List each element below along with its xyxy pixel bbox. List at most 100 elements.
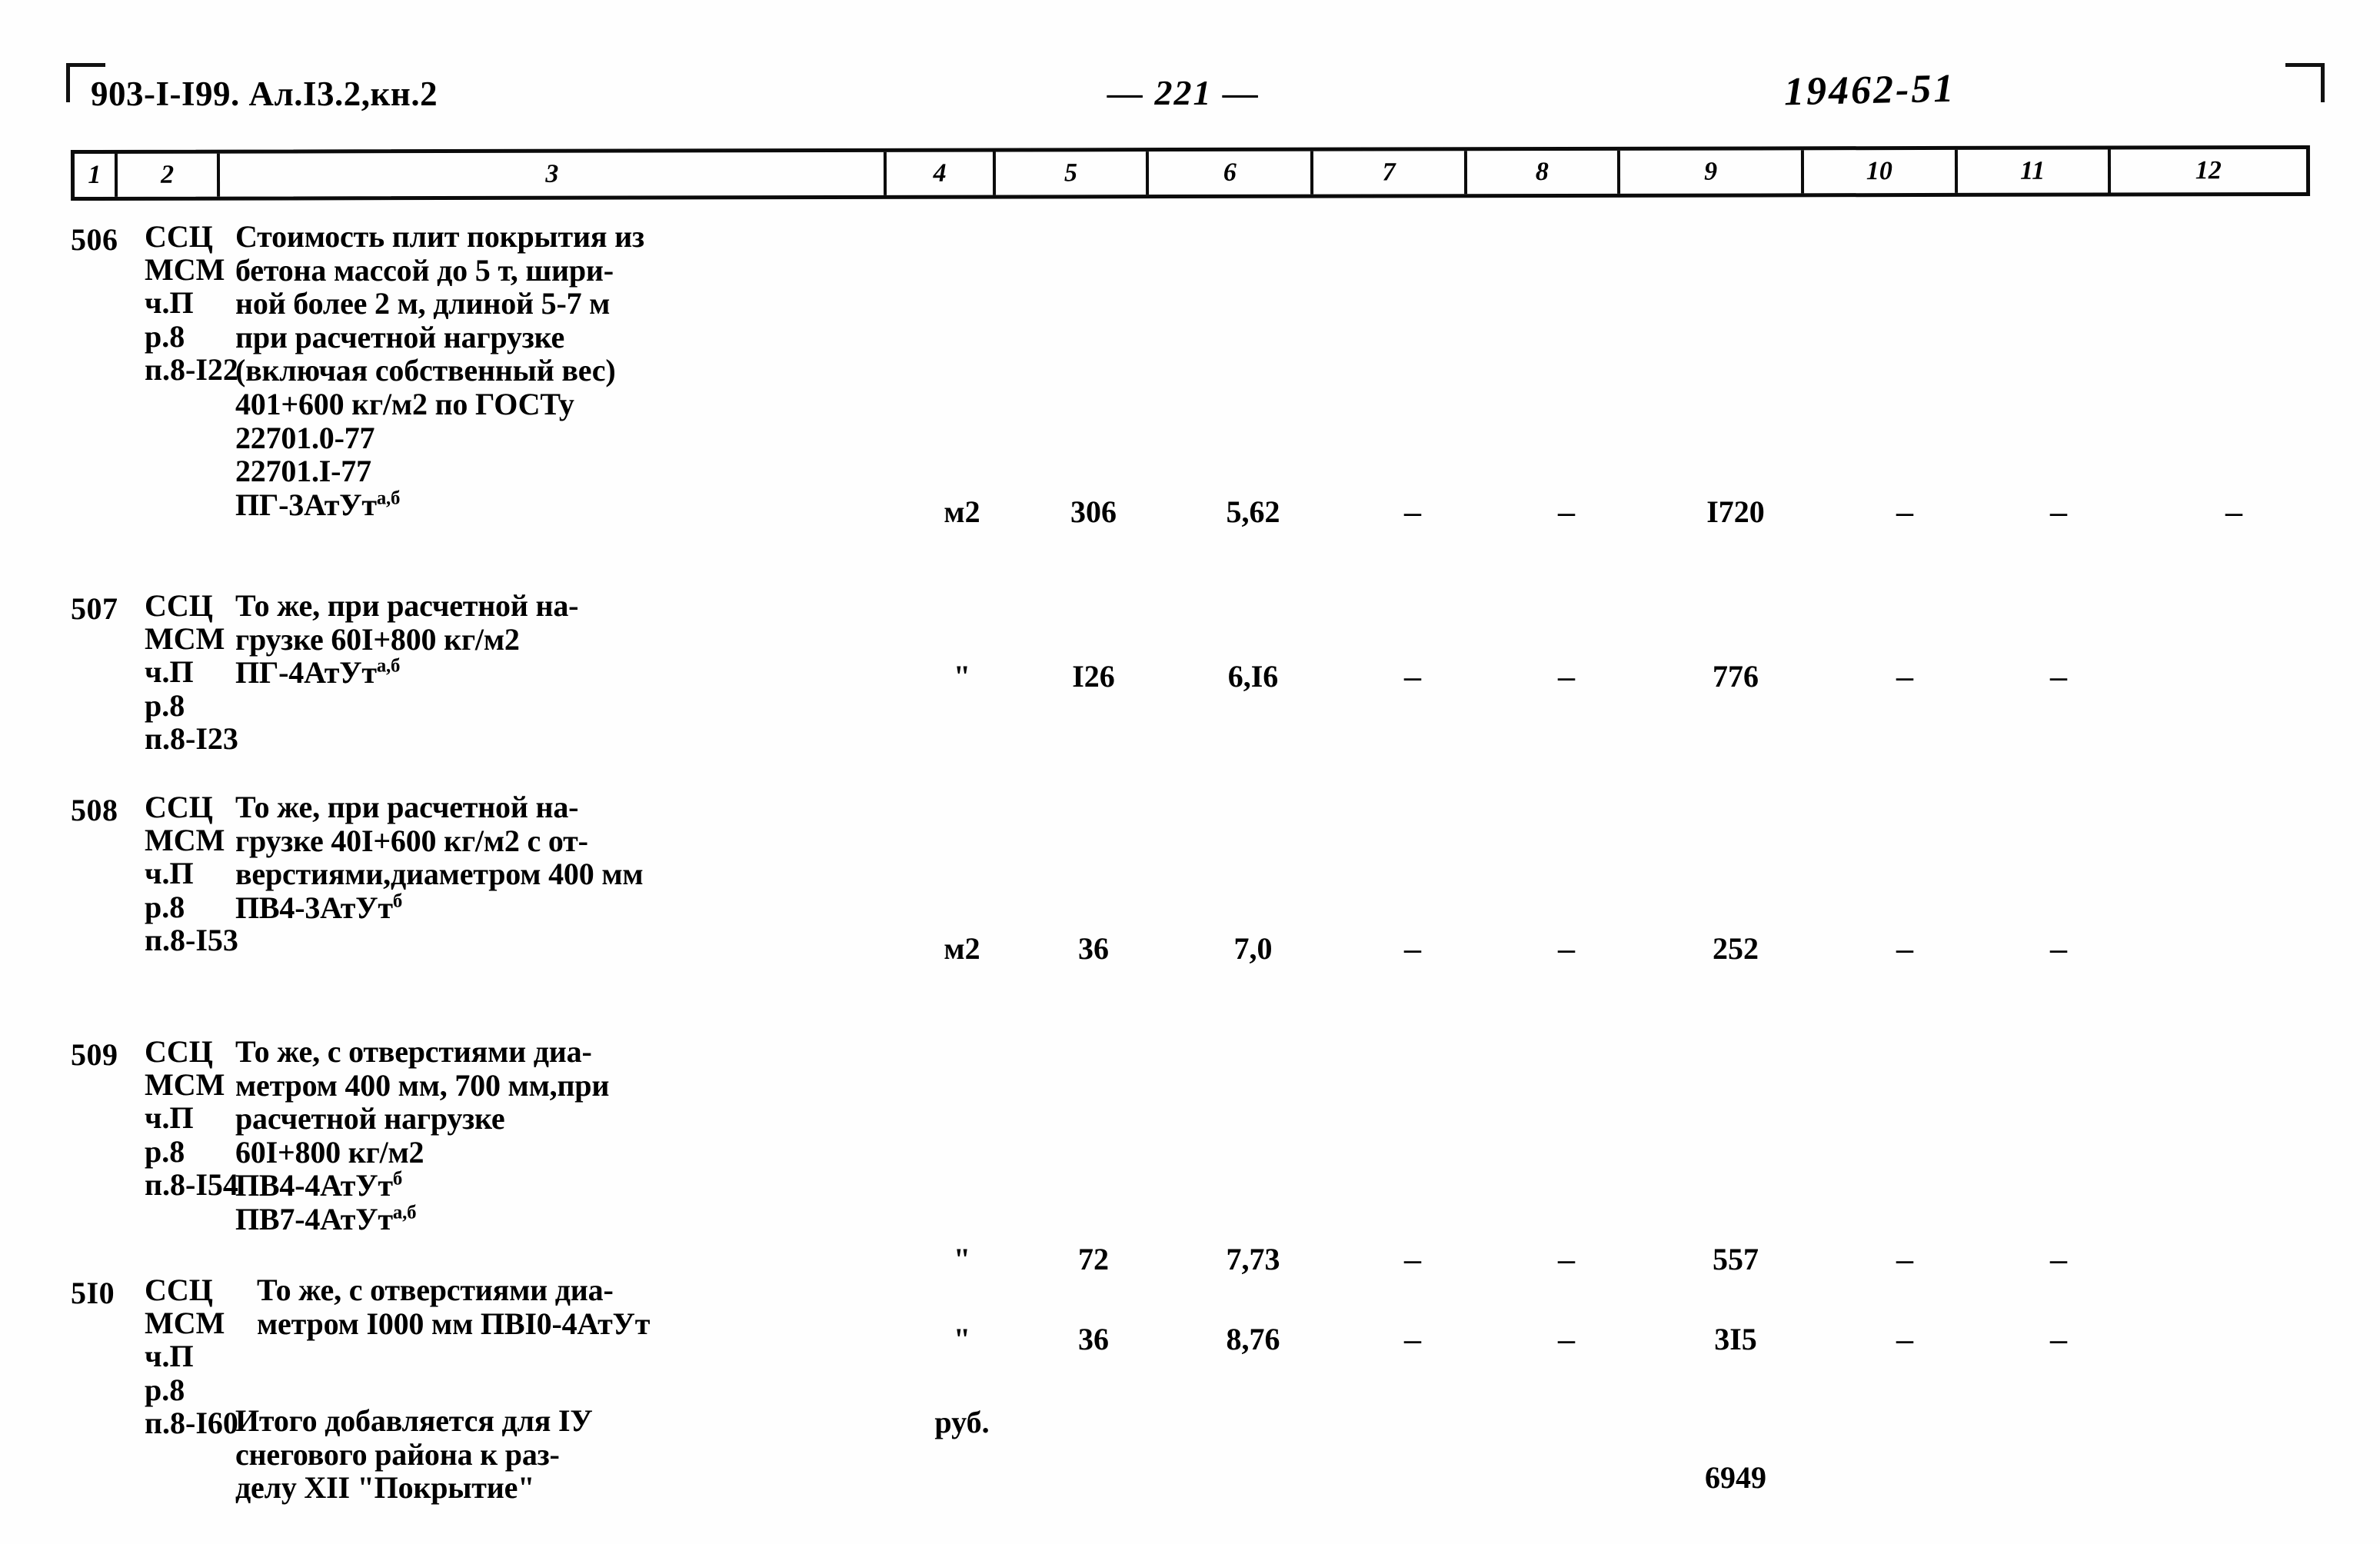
description-product-code: ПВ4-4АтУтб [235,1168,403,1203]
description-line: грузке 40I+600 кг/м2 с от- [235,823,588,858]
summary-description-line: делу ХII "Покрытие" [235,1470,535,1506]
empty-dash: – [1896,1242,1913,1276]
row-total: 557 [1713,1242,1759,1276]
row-unit: м2 [944,931,980,966]
row-values: м2 306 5,62 – – I720 – – – [71,494,2310,530]
empty-dash: – [2050,494,2067,529]
description-line: То же, при расчетной на- [235,588,579,623]
description-line: метром 400 мм, 700 мм,при [235,1067,610,1103]
table-row: 506 ССЦ МСМ ч.П р.8 п.8-I22 Стоимость плит… [71,220,2310,529]
column-header-5: 5 [995,151,1150,195]
description-line: 22701.I-77 [235,454,371,489]
page-number: — 221 — [1107,73,1260,112]
row-quantity: 36 [1078,1322,1109,1356]
description-line: бетона массой до 5 т, шири- [235,252,614,288]
empty-dash: – [1896,494,1913,529]
empty-dash: – [2225,494,2242,529]
row-value-10: – [1828,1321,1982,1357]
description-line: То же, при расчетной на- [235,790,579,824]
row-unit: " [953,659,971,694]
column-header-6: 6 [1149,151,1314,195]
description-line: 401+600 кг/м2 по ГОСТу [235,386,574,421]
empty-dash: – [1896,1322,1913,1356]
column-header-2: 2 [117,153,221,197]
document-page: 903-I-I99. Ал.I3.2,кн.2 — 221 — 19462-51… [0,0,2380,1544]
empty-dash: – [1896,659,1913,694]
column-header-4: 4 [887,151,996,195]
column-header-7: 7 [1313,151,1467,195]
description-line: верстиями,диаметром 400 мм [235,857,644,892]
column-header-1: 1 [74,153,118,198]
row-quantity: I26 [1072,659,1115,694]
row-value-11: – [1982,1321,2135,1357]
row-description: То же, при расчетной на-грузке 40I+600 к… [231,790,907,924]
archive-number: 19462-51 [1783,66,1956,115]
empty-dash: – [1896,931,1913,966]
description-line: То же, с отверстиями диа- [235,1034,592,1069]
table-column-header: 1 2 3 4 5 6 7 8 9 10 11 12 [70,145,2311,201]
row-value-7: – [1336,1241,1490,1277]
description-line: при расчетной нагрузке [235,319,565,354]
page-header: 903-I-I99. Ал.I3.2,кн.2 — 221 — 19462-51 [0,67,2380,129]
row-value-8: – [1490,1321,1643,1357]
description-line: (включая собственный вес) [235,353,616,388]
summary-description-line: Итого добавляется для IУ [235,1403,593,1438]
row-total: 3I5 [1714,1322,1757,1356]
row-description: То же, с отверстиями диа-метром 400 мм, … [231,1035,907,1236]
row-value-11: – [1982,930,2135,967]
row-value-12: – [2135,494,2332,530]
description-line: То же, с отверстиями диа- [257,1273,614,1307]
description-line: расчетной нагрузке [235,1101,505,1136]
empty-dash: – [1558,1242,1575,1276]
row-values: м2 36 7,0 – – 252 – – [71,930,2310,967]
description-line: ной более 2 м, длиной 5-7 м [235,286,611,321]
row-unit-price: 7,73 [1226,1242,1280,1276]
description-line: Стоимость плит покрытия из [235,219,644,254]
empty-dash: – [2050,1242,2067,1276]
row-values: " 72 7,73 – – 557 – – [71,1241,2310,1277]
row-values: " I26 6,I6 – – 776 – – [71,658,2310,694]
row-unit-price: 8,76 [1226,1322,1280,1356]
row-description: Стоимость плит покрытия из бетона массой … [231,220,907,521]
column-header-8: 8 [1466,150,1621,195]
empty-dash: – [1404,931,1421,966]
row-value-11: – [1982,494,2135,530]
row-value-7: – [1336,494,1490,530]
row-unit: " [953,1242,971,1276]
summary-total: 6949 [1705,1460,1766,1495]
empty-dash: – [1558,1322,1575,1356]
product-code-superscript: а,б [392,1202,417,1223]
description-product-code: ПВ7-4АтУта,б [235,1201,417,1236]
empty-dash: – [1404,659,1421,694]
row-value-10: – [1828,930,1982,967]
row-values: " 36 8,76 – – 3I5 – – [71,1321,2310,1357]
summary-unit: руб. [934,1405,990,1439]
description-line: 22701.0-77 [235,420,375,455]
row-value-7: – [1336,1321,1490,1357]
table-row: 509 ССЦ МСМ ч.П р.8 п.8-I54 То же, с отвер… [71,1035,2310,1276]
summary-row: Итого добавляется для IУ снегового района… [71,1404,2310,1505]
row-unit-price: 6,I6 [1227,659,1279,694]
row-value-8: – [1490,658,1643,694]
row-value-8: – [1490,930,1643,967]
row-quantity: 306 [1070,494,1117,529]
product-code-superscript: б [392,1169,403,1190]
summary-description: Итого добавляется для IУ снегового района… [231,1404,907,1505]
product-code-superscript: б [392,890,403,912]
description-line: 60I+800 кг/м2 [235,1134,424,1170]
row-unit-price: 7,0 [1233,931,1273,966]
column-header-10: 10 [1804,149,1958,194]
description-product-code: ПВ4-3АтУтб [235,890,403,925]
empty-dash: – [1558,659,1575,694]
column-header-11: 11 [1957,149,2111,193]
row-quantity: 72 [1078,1242,1109,1276]
row-value-10: – [1828,1241,1982,1277]
row-number: 506 [71,222,118,257]
row-value-10: – [1828,658,1982,694]
empty-dash: – [2050,931,2067,966]
row-value-11: – [1982,1241,2135,1277]
row-number: 509 [71,1037,118,1072]
column-header-12: 12 [2195,156,2222,185]
empty-dash: – [2050,659,2067,694]
empty-dash: – [1558,931,1575,966]
